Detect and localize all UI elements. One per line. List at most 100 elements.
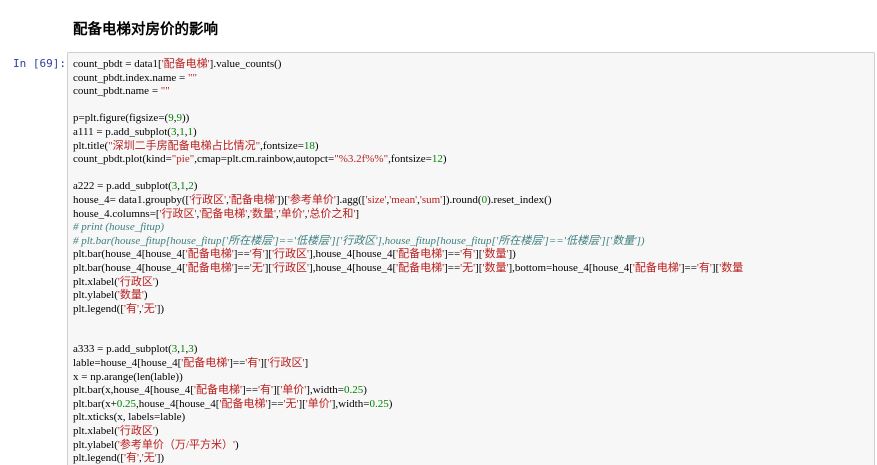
code-token: p=plt.figure(figsize=( xyxy=(73,112,169,125)
code-token: '行政区' xyxy=(159,207,197,220)
code-token: count_pbdt.index.name = xyxy=(73,71,188,84)
code-token: ] xyxy=(304,357,309,370)
code-token: '配备电梯' xyxy=(185,261,234,274)
code-token: '无' xyxy=(283,397,299,410)
code-token: '配备电梯' xyxy=(193,384,242,397)
code-token: "" xyxy=(187,71,197,84)
code-token: '单价' xyxy=(280,384,307,397)
code-token: '行政区' xyxy=(189,193,227,206)
code-token: ][ xyxy=(298,397,306,410)
code-line: house_4= data1.groupby(['行政区','配备电梯'])['… xyxy=(73,194,743,208)
code-token: '无' xyxy=(141,302,157,315)
code-token: plt.bar(house_4[house_4[ xyxy=(73,261,186,274)
code-token: '总价之和' xyxy=(307,207,356,220)
code-token: ])[ xyxy=(276,193,288,206)
code-token: plt.bar(x,house_4[house_4[ xyxy=(73,384,194,397)
code-token: '配备电梯' xyxy=(161,58,210,70)
code-token: 'size' xyxy=(365,193,387,206)
code-token: x = np.arange(len(lable)) xyxy=(73,370,183,383)
code-token: count_pbdt.name = xyxy=(73,85,161,98)
code-token: ) xyxy=(192,125,197,138)
code-token: '有' xyxy=(245,357,261,370)
code-line: x = np.arange(len(lable)) xyxy=(73,371,743,385)
code-token: ]== xyxy=(444,261,461,274)
code-token: ]== xyxy=(444,248,461,261)
code-token: plt.xticks(x, labels=lable) xyxy=(73,411,186,424)
code-token: ) xyxy=(154,425,159,438)
section-heading: 配备电梯对房价的影响 xyxy=(73,22,218,38)
code-token: ]== xyxy=(233,248,250,261)
code-token: ) xyxy=(234,438,239,451)
code-token: '行政区' xyxy=(117,425,155,438)
code-token: 0.25 xyxy=(116,397,137,410)
code-token: '行政区' xyxy=(117,275,155,288)
code-token: ) xyxy=(143,289,148,302)
code-token: plt.legend([ xyxy=(73,302,125,315)
code-token: ).reset_index() xyxy=(487,193,552,206)
code-token: ].agg([ xyxy=(335,193,366,206)
code-token: '单价' xyxy=(305,397,332,410)
code-token: a222 = p.add_subplot( xyxy=(73,180,172,193)
code-cell[interactable]: count_pbdt = data1['配备电梯'].value_counts(… xyxy=(67,52,875,465)
code-token: '数量 xyxy=(719,261,744,274)
code-token: ].value_counts() xyxy=(209,58,282,70)
code-line: count_pbdt.name = "" xyxy=(73,85,743,99)
code-token: 'sum' xyxy=(419,193,443,206)
code-line: plt.bar(x,house_4[house_4['配备电梯']=='有'][… xyxy=(73,384,743,398)
code-token: lable=house_4[house_4[ xyxy=(73,357,182,370)
code-token: 0.25 xyxy=(369,397,389,410)
code-line: # plt.bar(house_fitup[house_fitup['所在楼层'… xyxy=(73,235,743,249)
code-token: plt.legend([ xyxy=(73,452,125,465)
code-token: '配备电梯' xyxy=(181,357,230,370)
code-token: '行政区' xyxy=(272,261,310,274)
code-token: '数量' xyxy=(482,261,509,274)
code-line: lable=house_4[house_4['配备电梯']=='有']['行政区… xyxy=(73,357,743,371)
code-token: ]== xyxy=(241,384,259,397)
code-token: ],width= xyxy=(306,384,344,397)
code-line: plt.bar(house_4[house_4['配备电梯']=='无']['行… xyxy=(73,262,743,276)
code-token: "%3.2f%%" xyxy=(334,153,389,166)
code-token: ,cmap=plt.cm.rainbow,autopct= xyxy=(194,153,335,166)
code-line: plt.legend(['有','无']) xyxy=(73,452,743,465)
code-line: plt.xticks(x, labels=lable) xyxy=(73,411,743,425)
code-line: plt.bar(house_4[house_4['配备电梯']=='有']['行… xyxy=(73,248,743,262)
code-token: a111 = p.add_subplot( xyxy=(73,125,171,138)
code-token: '参考单价（万/平方米）' xyxy=(117,438,235,451)
code-token: # print (house_fitup) xyxy=(73,221,165,234)
code-token: '有' xyxy=(460,248,476,261)
code-token: '数量' xyxy=(250,207,276,220)
code-token: ]).round( xyxy=(442,193,482,206)
code-token: '配备电梯' xyxy=(396,248,445,261)
code-token: "深圳二手房配备电梯占比情况" xyxy=(108,139,261,152)
code-token: count_pbdt.plot(kind= xyxy=(73,153,172,166)
code-token: plt.bar(x+ xyxy=(73,397,117,410)
code-token: plt.bar(house_4[house_4[ xyxy=(73,248,186,261)
code-token: 0.25 xyxy=(343,384,364,397)
code-token: '数量' xyxy=(482,248,509,261)
code-line: a222 = p.add_subplot(3,1,2) xyxy=(73,180,743,194)
code-token: '行政区' xyxy=(267,357,305,370)
code-token: ) xyxy=(193,180,198,193)
code-line: plt.xlabel('行政区') xyxy=(73,425,743,439)
code-token: ],width= xyxy=(331,397,370,410)
code-token: ],house_4[house_4[ xyxy=(309,248,397,261)
code-token: ,fontsize= xyxy=(388,153,432,166)
code-token: ) xyxy=(388,397,393,410)
code-token: '配备电梯' xyxy=(219,397,268,410)
code-line: plt.bar(x+0.25,house_4[house_4['配备电梯']==… xyxy=(73,398,743,412)
code-token: '配备电梯' xyxy=(199,207,248,220)
code-editor[interactable]: count_pbdt = data1['配备电梯'].value_counts(… xyxy=(73,58,743,465)
code-token: ]== xyxy=(680,261,697,274)
notebook-page: 配备电梯对房价的影响 In [69]: count_pbdt = data1['… xyxy=(0,0,877,465)
code-token: ) xyxy=(363,384,367,397)
code-token: '有' xyxy=(258,384,273,397)
code-token: ]== xyxy=(229,357,246,370)
code-line: count_pbdt = data1['配备电梯'].value_counts(… xyxy=(73,58,743,72)
code-token: ],house_4[house_4[ xyxy=(309,261,397,274)
code-line: plt.ylabel('参考单价（万/平方米）') xyxy=(73,439,743,453)
cell-input-prompt: In [69]: xyxy=(13,57,66,70)
code-line: count_pbdt.index.name = "" xyxy=(73,72,743,86)
